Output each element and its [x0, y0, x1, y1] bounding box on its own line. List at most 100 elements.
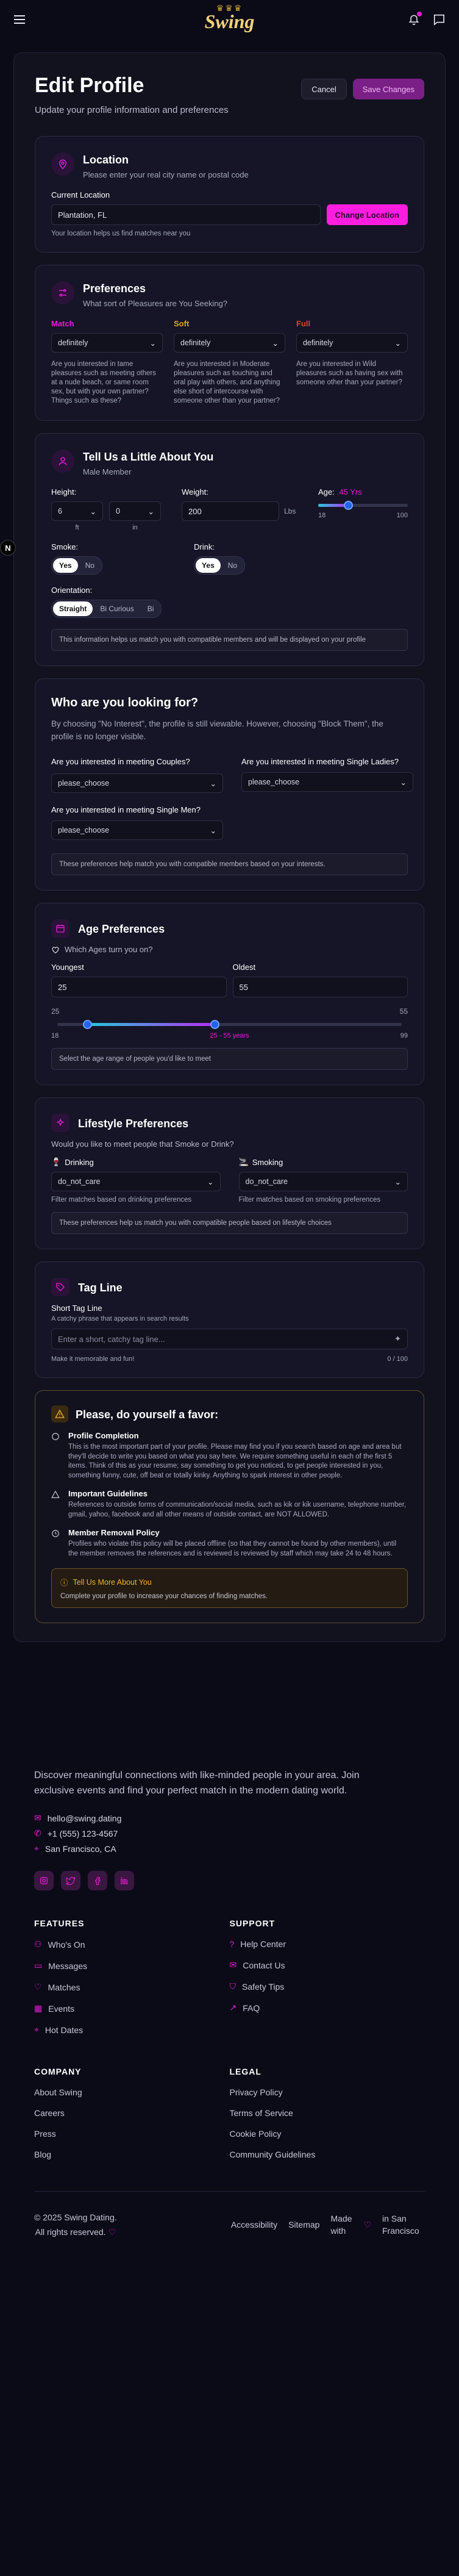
- notifications-button[interactable]: [408, 12, 422, 26]
- legal-title: LEGAL: [229, 2067, 262, 2076]
- orientation-bi-curious[interactable]: Bi Curious: [94, 601, 140, 616]
- couples-select[interactable]: please_choose ⌄: [51, 773, 223, 793]
- change-location-button[interactable]: Change Location: [326, 204, 408, 225]
- footer-link-careers[interactable]: Careers: [34, 2108, 230, 2118]
- age-max: 100: [396, 512, 408, 519]
- link-label: Contact Us: [243, 1960, 285, 1970]
- pref-select-match[interactable]: definitely ⌄: [51, 333, 163, 353]
- inches-select[interactable]: 0 ⌄: [109, 501, 161, 521]
- sparkles-icon: [51, 1114, 69, 1132]
- sliders-icon: [51, 281, 74, 304]
- footer-link-safety[interactable]: ⛉ Safety Tips: [230, 1981, 425, 1992]
- location-input[interactable]: Plantation, FL: [51, 204, 321, 225]
- age-range-slider[interactable]: [57, 1020, 402, 1029]
- about-note: This information helps us match you with…: [51, 629, 408, 651]
- pref-col-soft: Soft definitely ⌄ Are you interested in M…: [174, 319, 285, 406]
- footer-link-faq[interactable]: ↗ FAQ: [230, 2003, 425, 2013]
- footer-link-events[interactable]: ▦ Events: [34, 2003, 230, 2014]
- notification-dot: [417, 12, 422, 16]
- footer-link-accessibility[interactable]: Accessibility: [231, 2220, 277, 2230]
- footer-link-matches[interactable]: ♡ Matches: [34, 1982, 230, 1992]
- couples-label: Are you interested in meeting Couples?: [51, 757, 190, 766]
- menu-icon[interactable]: [13, 15, 26, 24]
- chevron-down-icon: ⌄: [400, 778, 407, 787]
- chevron-down-icon: ⌄: [394, 1177, 401, 1186]
- footer-link-privacy[interactable]: Privacy Policy: [230, 2087, 425, 2097]
- select-value: definitely: [303, 339, 333, 347]
- company-column: COMPANY About Swing Careers Press Blog: [34, 2067, 230, 2170]
- age-range-lo-thumb[interactable]: [83, 1020, 93, 1029]
- lifestyle-note: These preferences help us match you with…: [51, 1212, 408, 1234]
- weight-input[interactable]: 200: [182, 501, 279, 521]
- favor-item-title: Member Removal Policy: [68, 1528, 160, 1537]
- linkedin-icon[interactable]: [115, 1871, 134, 1890]
- location-pin-icon: [51, 152, 74, 176]
- age-slider[interactable]: [318, 501, 408, 510]
- chevron-down-icon: ⌄: [210, 826, 216, 835]
- chat-icon[interactable]: [432, 13, 446, 26]
- drink-no[interactable]: No: [222, 558, 243, 573]
- tagline-input[interactable]: Enter a short, catchy tag line... ✦: [51, 1329, 408, 1349]
- smoking-select[interactable]: do_not_care ⌄: [238, 1172, 408, 1191]
- footer-link-about[interactable]: About Swing: [34, 2087, 230, 2097]
- instagram-icon[interactable]: [34, 1871, 54, 1890]
- lifestyle-card: Lifestyle Preferences Would you like to …: [35, 1097, 424, 1249]
- footer-description: Discover meaningful connections with lik…: [34, 1770, 360, 1796]
- warning-icon: [51, 1405, 68, 1423]
- drinking-select[interactable]: do_not_care ⌄: [51, 1172, 221, 1191]
- footer-link-whos-on[interactable]: ⚇ Who's On: [34, 1939, 230, 1950]
- footer-link-messages[interactable]: ▭ Messages: [34, 1961, 230, 1971]
- footer-link-sitemap[interactable]: Sitemap: [288, 2220, 319, 2230]
- smoke-yes[interactable]: Yes: [53, 558, 78, 573]
- save-changes-button[interactable]: Save Changes: [352, 79, 424, 99]
- footer-link-press[interactable]: Press: [34, 2129, 230, 2139]
- chevron-down-icon: ⌄: [272, 339, 279, 348]
- footer-link-guidelines[interactable]: Community Guidelines: [230, 2150, 425, 2159]
- tagline-card: Tag Line Short Tag Line A catchy phrase …: [35, 1261, 424, 1378]
- footer-link-terms[interactable]: Terms of Service: [230, 2108, 425, 2118]
- users-icon: ⚇: [34, 1939, 42, 1949]
- top-bar: ♛♛♛ Swing: [0, 0, 459, 39]
- drink-toggle: Yes No: [194, 556, 246, 575]
- footer-phone[interactable]: +1 (555) 123-4567: [48, 1829, 118, 1839]
- pref-label: Match: [51, 319, 74, 328]
- orientation-straight[interactable]: Straight: [53, 601, 93, 616]
- footer-link-hot-dates[interactable]: ⌖ Hot Dates: [34, 2025, 230, 2035]
- drink-yes[interactable]: Yes: [196, 558, 221, 573]
- smoking-label: Smoking: [252, 1157, 283, 1167]
- pref-text: Are you interested in tame pleasures suc…: [51, 361, 156, 404]
- looking-note: These preferences help match you with co…: [51, 853, 408, 875]
- age-range-hi-thumb[interactable]: [210, 1020, 220, 1029]
- n-badge-icon[interactable]: N: [0, 540, 16, 556]
- smoke-no[interactable]: No: [79, 558, 101, 573]
- footer-link-cookie[interactable]: Cookie Policy: [230, 2129, 425, 2139]
- preferences-card: Preferences What sort of Pleasures are Y…: [35, 265, 424, 421]
- logo[interactable]: ♛♛♛ Swing: [205, 4, 255, 31]
- tagline-title: Tag Line: [78, 1281, 123, 1294]
- men-select[interactable]: please_choose ⌄: [51, 820, 223, 840]
- chevron-down-icon: ⌄: [149, 339, 156, 348]
- pref-select-soft[interactable]: definitely ⌄: [174, 333, 285, 353]
- cancel-button[interactable]: Cancel: [301, 79, 347, 99]
- footer-link-contact[interactable]: ✉ Contact Us: [230, 1960, 425, 1970]
- warning-triangle-icon: [51, 1490, 60, 1498]
- youngest-input[interactable]: 25: [51, 977, 227, 997]
- facebook-icon[interactable]: [88, 1871, 107, 1890]
- chevron-down-icon: ⌄: [207, 1177, 214, 1186]
- age-slider-thumb[interactable]: [343, 501, 353, 510]
- oldest-input[interactable]: 55: [232, 977, 408, 997]
- footer-email[interactable]: hello@swing.dating: [48, 1814, 122, 1823]
- select-value: definitely: [180, 339, 211, 347]
- pref-select-full[interactable]: definitely ⌄: [296, 333, 408, 353]
- footer-link-blog[interactable]: Blog: [34, 2150, 230, 2159]
- features-column: FEATURES ⚇ Who's On ▭ Messages ♡ Matches ▦ E…: [34, 1918, 230, 2046]
- twitter-icon[interactable]: [61, 1871, 80, 1890]
- sparkle-icon[interactable]: ✦: [394, 1334, 401, 1344]
- drinking-label: Drinking: [65, 1157, 94, 1167]
- footer-link-help-center[interactable]: ? Help Center: [230, 1939, 425, 1949]
- orientation-bi[interactable]: Bi: [141, 601, 160, 616]
- in-sf: in San Francisco: [382, 2214, 419, 2236]
- favor-item-text: References to outside forms of communica…: [68, 1501, 407, 1518]
- feet-select[interactable]: 6 ⌄: [51, 501, 103, 521]
- ladies-select[interactable]: please_choose ⌄: [241, 772, 413, 792]
